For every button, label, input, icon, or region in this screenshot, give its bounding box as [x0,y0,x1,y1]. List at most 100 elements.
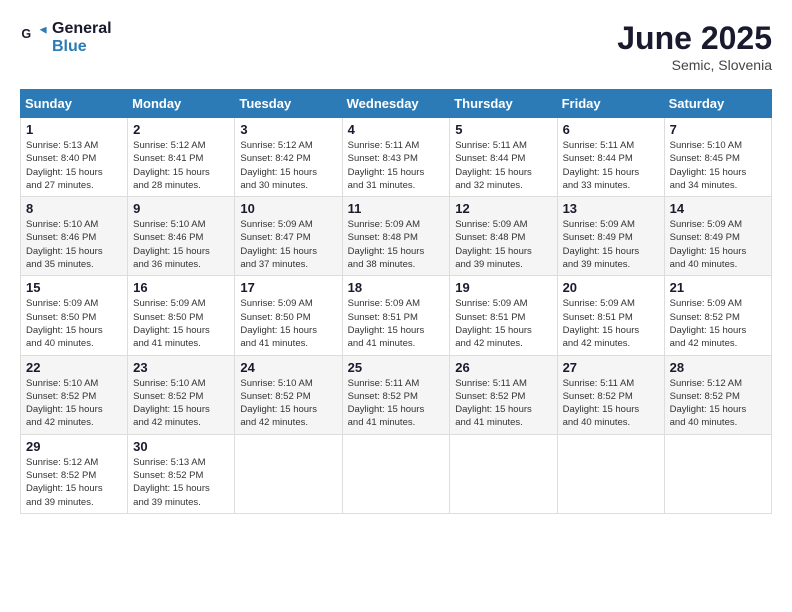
table-row: 30 Sunrise: 5:13 AMSunset: 8:52 PMDaylig… [128,434,235,513]
day-info: Sunrise: 5:13 AMSunset: 8:52 PMDaylight:… [133,456,229,509]
day-number: 17 [240,280,336,295]
day-number: 6 [563,122,659,137]
table-row: 26 Sunrise: 5:11 AMSunset: 8:52 PMDaylig… [450,355,557,434]
table-row [557,434,664,513]
day-info: Sunrise: 5:12 AMSunset: 8:52 PMDaylight:… [670,377,766,430]
logo-blue: Blue [52,38,112,56]
day-info: Sunrise: 5:10 AMSunset: 8:46 PMDaylight:… [133,218,229,271]
day-number: 21 [670,280,766,295]
day-info: Sunrise: 5:09 AMSunset: 8:48 PMDaylight:… [348,218,445,271]
table-row: 6 Sunrise: 5:11 AMSunset: 8:44 PMDayligh… [557,118,664,197]
day-info: Sunrise: 5:09 AMSunset: 8:52 PMDaylight:… [670,297,766,350]
day-info: Sunrise: 5:12 AMSunset: 8:41 PMDaylight:… [133,139,229,192]
day-number: 10 [240,201,336,216]
table-row: 5 Sunrise: 5:11 AMSunset: 8:44 PMDayligh… [450,118,557,197]
day-number: 2 [133,122,229,137]
col-tuesday: Tuesday [235,90,342,118]
day-info: Sunrise: 5:10 AMSunset: 8:52 PMDaylight:… [240,377,336,430]
col-sunday: Sunday [21,90,128,118]
table-row: 18 Sunrise: 5:09 AMSunset: 8:51 PMDaylig… [342,276,450,355]
day-number: 14 [670,201,766,216]
table-row: 19 Sunrise: 5:09 AMSunset: 8:51 PMDaylig… [450,276,557,355]
day-info: Sunrise: 5:11 AMSunset: 8:52 PMDaylight:… [563,377,659,430]
day-number: 11 [348,201,445,216]
day-number: 15 [26,280,122,295]
table-row: 21 Sunrise: 5:09 AMSunset: 8:52 PMDaylig… [664,276,771,355]
table-row: 7 Sunrise: 5:10 AMSunset: 8:45 PMDayligh… [664,118,771,197]
day-number: 3 [240,122,336,137]
day-number: 26 [455,360,551,375]
table-row: 8 Sunrise: 5:10 AMSunset: 8:46 PMDayligh… [21,197,128,276]
day-info: Sunrise: 5:09 AMSunset: 8:50 PMDaylight:… [26,297,122,350]
day-info: Sunrise: 5:10 AMSunset: 8:52 PMDaylight:… [26,377,122,430]
calendar-header-row: Sunday Monday Tuesday Wednesday Thursday… [21,90,772,118]
col-wednesday: Wednesday [342,90,450,118]
col-saturday: Saturday [664,90,771,118]
day-info: Sunrise: 5:10 AMSunset: 8:45 PMDaylight:… [670,139,766,192]
day-number: 7 [670,122,766,137]
day-info: Sunrise: 5:11 AMSunset: 8:44 PMDaylight:… [563,139,659,192]
table-row: 17 Sunrise: 5:09 AMSunset: 8:50 PMDaylig… [235,276,342,355]
day-info: Sunrise: 5:09 AMSunset: 8:51 PMDaylight:… [563,297,659,350]
day-number: 29 [26,439,122,454]
table-row: 23 Sunrise: 5:10 AMSunset: 8:52 PMDaylig… [128,355,235,434]
calendar-week-row: 1 Sunrise: 5:13 AMSunset: 8:40 PMDayligh… [21,118,772,197]
day-number: 30 [133,439,229,454]
table-row [235,434,342,513]
day-number: 20 [563,280,659,295]
day-number: 22 [26,360,122,375]
table-row [342,434,450,513]
day-number: 12 [455,201,551,216]
page-header: G General Blue June 2025 Semic, Slovenia [20,20,772,73]
location: Semic, Slovenia [617,57,772,73]
table-row: 14 Sunrise: 5:09 AMSunset: 8:49 PMDaylig… [664,197,771,276]
day-number: 9 [133,201,229,216]
day-info: Sunrise: 5:11 AMSunset: 8:43 PMDaylight:… [348,139,445,192]
day-info: Sunrise: 5:11 AMSunset: 8:52 PMDaylight:… [455,377,551,430]
table-row [450,434,557,513]
day-info: Sunrise: 5:09 AMSunset: 8:47 PMDaylight:… [240,218,336,271]
table-row: 2 Sunrise: 5:12 AMSunset: 8:41 PMDayligh… [128,118,235,197]
table-row: 11 Sunrise: 5:09 AMSunset: 8:48 PMDaylig… [342,197,450,276]
table-row: 4 Sunrise: 5:11 AMSunset: 8:43 PMDayligh… [342,118,450,197]
table-row: 9 Sunrise: 5:10 AMSunset: 8:46 PMDayligh… [128,197,235,276]
day-number: 18 [348,280,445,295]
calendar-table: Sunday Monday Tuesday Wednesday Thursday… [20,89,772,514]
day-number: 4 [348,122,445,137]
day-number: 25 [348,360,445,375]
table-row: 29 Sunrise: 5:12 AMSunset: 8:52 PMDaylig… [21,434,128,513]
day-info: Sunrise: 5:09 AMSunset: 8:48 PMDaylight:… [455,218,551,271]
month-title: June 2025 [617,20,772,57]
day-number: 23 [133,360,229,375]
calendar-week-row: 15 Sunrise: 5:09 AMSunset: 8:50 PMDaylig… [21,276,772,355]
col-thursday: Thursday [450,90,557,118]
table-row: 3 Sunrise: 5:12 AMSunset: 8:42 PMDayligh… [235,118,342,197]
calendar-body: 1 Sunrise: 5:13 AMSunset: 8:40 PMDayligh… [21,118,772,514]
calendar-week-row: 8 Sunrise: 5:10 AMSunset: 8:46 PMDayligh… [21,197,772,276]
col-monday: Monday [128,90,235,118]
col-friday: Friday [557,90,664,118]
table-row: 20 Sunrise: 5:09 AMSunset: 8:51 PMDaylig… [557,276,664,355]
day-number: 16 [133,280,229,295]
day-info: Sunrise: 5:13 AMSunset: 8:40 PMDaylight:… [26,139,122,192]
calendar-week-row: 29 Sunrise: 5:12 AMSunset: 8:52 PMDaylig… [21,434,772,513]
calendar-week-row: 22 Sunrise: 5:10 AMSunset: 8:52 PMDaylig… [21,355,772,434]
table-row: 27 Sunrise: 5:11 AMSunset: 8:52 PMDaylig… [557,355,664,434]
day-number: 24 [240,360,336,375]
day-info: Sunrise: 5:12 AMSunset: 8:52 PMDaylight:… [26,456,122,509]
table-row: 24 Sunrise: 5:10 AMSunset: 8:52 PMDaylig… [235,355,342,434]
table-row [664,434,771,513]
svg-text:G: G [21,27,31,41]
day-info: Sunrise: 5:12 AMSunset: 8:42 PMDaylight:… [240,139,336,192]
day-info: Sunrise: 5:10 AMSunset: 8:46 PMDaylight:… [26,218,122,271]
day-info: Sunrise: 5:09 AMSunset: 8:50 PMDaylight:… [240,297,336,350]
day-info: Sunrise: 5:09 AMSunset: 8:49 PMDaylight:… [670,218,766,271]
table-row: 16 Sunrise: 5:09 AMSunset: 8:50 PMDaylig… [128,276,235,355]
table-row: 12 Sunrise: 5:09 AMSunset: 8:48 PMDaylig… [450,197,557,276]
day-number: 8 [26,201,122,216]
day-info: Sunrise: 5:09 AMSunset: 8:50 PMDaylight:… [133,297,229,350]
table-row: 13 Sunrise: 5:09 AMSunset: 8:49 PMDaylig… [557,197,664,276]
table-row: 25 Sunrise: 5:11 AMSunset: 8:52 PMDaylig… [342,355,450,434]
day-number: 1 [26,122,122,137]
day-number: 13 [563,201,659,216]
